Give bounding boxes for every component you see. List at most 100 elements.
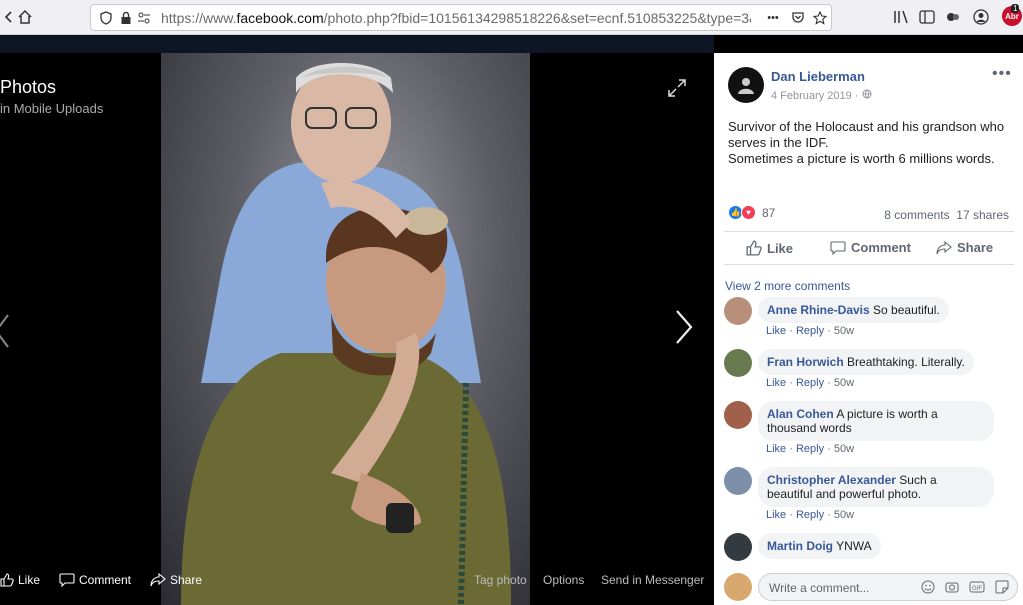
bookmark-star-icon[interactable]	[811, 9, 829, 27]
next-photo-chevron-icon[interactable]	[674, 309, 694, 355]
comment-bubble: Martin Doig YNWA	[758, 533, 881, 559]
post-share-button[interactable]: Share	[936, 240, 993, 255]
url-bar[interactable]: https://www.facebook.com/photo.php?fbid=…	[90, 4, 832, 31]
comment-meta: Like · Reply · 50w	[766, 509, 855, 521]
post-date-text: 4 February 2019 ·	[771, 90, 862, 102]
comment-text: Breathtaking. Literally.	[847, 355, 965, 369]
post-share-label: Share	[957, 240, 994, 255]
comment-time[interactable]: 50w	[834, 509, 854, 521]
main-photo[interactable]	[161, 53, 530, 605]
post-comment-button[interactable]: Comment	[830, 240, 911, 255]
comment-reply-link[interactable]: Reply	[796, 509, 824, 521]
photo-illustration	[181, 63, 511, 605]
write-comment-row: Write a comment... GIF	[724, 573, 1018, 605]
gif-icon[interactable]: GIF	[969, 580, 985, 597]
comment-author[interactable]: Martin Doig	[767, 539, 833, 553]
browser-toolbar: https://www.facebook.com/photo.php?fbid=…	[0, 0, 1023, 35]
post-text-line: Survivor of the Holocaust and his grands…	[728, 119, 1005, 134]
home-icon[interactable]	[16, 8, 34, 26]
post-text-line: serves in the IDF.	[728, 135, 829, 150]
facebook-header-backdrop	[0, 35, 714, 53]
url-prefix: https://www.	[161, 10, 237, 26]
post-text: Survivor of the Holocaust and his grands…	[728, 119, 1018, 167]
post-comment-label: Comment	[851, 240, 911, 255]
lock-icon[interactable]	[117, 9, 135, 27]
reaction-count: 87	[762, 205, 776, 220]
comment-icon	[830, 240, 846, 255]
photo-like-button[interactable]: Like	[0, 573, 40, 587]
comment-reply-link[interactable]: Reply	[796, 325, 824, 337]
comments-count[interactable]: 8 comments	[884, 208, 949, 222]
post-sidebar: Dan Lieberman 4 February 2019 · ••• Surv…	[714, 53, 1023, 605]
previous-photo-chevron-icon[interactable]	[0, 313, 10, 359]
comment-like-link[interactable]: Like	[766, 377, 786, 389]
svg-text:GIF: GIF	[972, 586, 982, 592]
page-actions-menu-icon[interactable]: •••	[761, 9, 785, 27]
comment-meta: Like · Reply · 50w	[766, 325, 855, 337]
avatar[interactable]	[724, 533, 752, 561]
share-arrow-icon	[150, 573, 166, 587]
avatar[interactable]	[724, 467, 752, 495]
comment-bubble: Alan Cohen A picture is worth a thousand…	[758, 401, 994, 441]
comment-author[interactable]: Christopher Alexander	[767, 473, 896, 487]
author-avatar[interactable]	[728, 67, 764, 103]
options-button[interactable]: Options	[543, 573, 584, 587]
photo-action-bar: Like Comment Share Tag photo Options Sen…	[0, 571, 714, 595]
photo-comment-button[interactable]: Comment	[59, 573, 131, 587]
view-more-comments-link[interactable]: View 2 more comments	[725, 279, 850, 293]
post-options-icon[interactable]: •••	[992, 65, 1012, 83]
reactions-summary[interactable]: 👍 ♥ 87	[728, 205, 775, 220]
emoji-icon[interactable]	[921, 580, 935, 597]
shield-icon[interactable]	[97, 9, 115, 27]
library-icon[interactable]	[892, 8, 910, 26]
thumbs-up-icon	[746, 240, 762, 256]
post-like-label: Like	[767, 240, 794, 256]
photo-share-button[interactable]: Share	[150, 573, 202, 587]
comment-meta: Like · Reply · 50w	[766, 443, 855, 455]
fullscreen-expand-icon[interactable]	[668, 79, 686, 102]
tag-photo-button[interactable]: Tag photo	[474, 573, 527, 587]
sidebar-toggle-icon[interactable]	[918, 8, 936, 26]
camera-icon[interactable]	[945, 580, 959, 597]
comment-like-link[interactable]: Like	[766, 325, 786, 337]
comment-time[interactable]: 50w	[834, 325, 854, 337]
post-action-row: Like Comment Share	[724, 231, 1014, 265]
shares-count[interactable]: 17 shares	[956, 208, 1009, 222]
avatar[interactable]	[724, 401, 752, 429]
comment-author[interactable]: Anne Rhine-Davis	[767, 303, 870, 317]
send-in-messenger-button[interactable]: Send in Messenger	[601, 573, 704, 587]
comment-author[interactable]: Alan Cohen	[767, 407, 834, 421]
comment-icon	[59, 573, 75, 587]
sticker-icon[interactable]	[995, 580, 1009, 597]
photo-like-label: Like	[18, 573, 41, 587]
comment-text: YNWA	[836, 539, 872, 553]
comment-bubble: Fran Horwich Breathtaking. Literally.	[758, 349, 974, 375]
comment-author[interactable]: Fran Horwich	[767, 355, 844, 369]
post-like-button[interactable]: Like	[746, 240, 793, 256]
love-reaction-icon: ♥	[741, 205, 756, 220]
photo-viewer: Photos in Mobile Uploads Like Comment Sh…	[0, 35, 714, 605]
post-date[interactable]: 4 February 2019 ·	[771, 89, 872, 102]
comment-like-link[interactable]: Like	[766, 443, 786, 455]
extension-icon[interactable]	[944, 8, 962, 26]
album-subtitle[interactable]: in Mobile Uploads	[0, 101, 103, 116]
avatar[interactable]	[724, 349, 752, 377]
avatar[interactable]	[724, 573, 752, 601]
pocket-icon[interactable]	[789, 9, 807, 27]
comment-like-link[interactable]: Like	[766, 509, 786, 521]
comment-time[interactable]: 50w	[834, 443, 854, 455]
comment-reply-link[interactable]: Reply	[796, 377, 824, 389]
url-text: https://www.facebook.com/photo.php?fbid=…	[161, 10, 751, 26]
author-name[interactable]: Dan Lieberman	[771, 69, 865, 84]
account-icon[interactable]	[972, 8, 990, 26]
comment-text: So beautiful.	[873, 303, 940, 317]
photo-comment-label: Comment	[79, 573, 132, 587]
comment-bubble: Anne Rhine-Davis So beautiful.	[758, 297, 949, 323]
comment-reply-link[interactable]: Reply	[796, 443, 824, 455]
album-title[interactable]: Photos	[0, 77, 56, 98]
comment-input[interactable]: Write a comment... GIF	[758, 573, 1018, 601]
post-text-line: Sometimes a picture is worth 6 millions …	[728, 151, 995, 166]
avatar[interactable]	[724, 297, 752, 325]
permissions-icon[interactable]	[135, 9, 153, 27]
comment-time[interactable]: 50w	[834, 377, 854, 389]
